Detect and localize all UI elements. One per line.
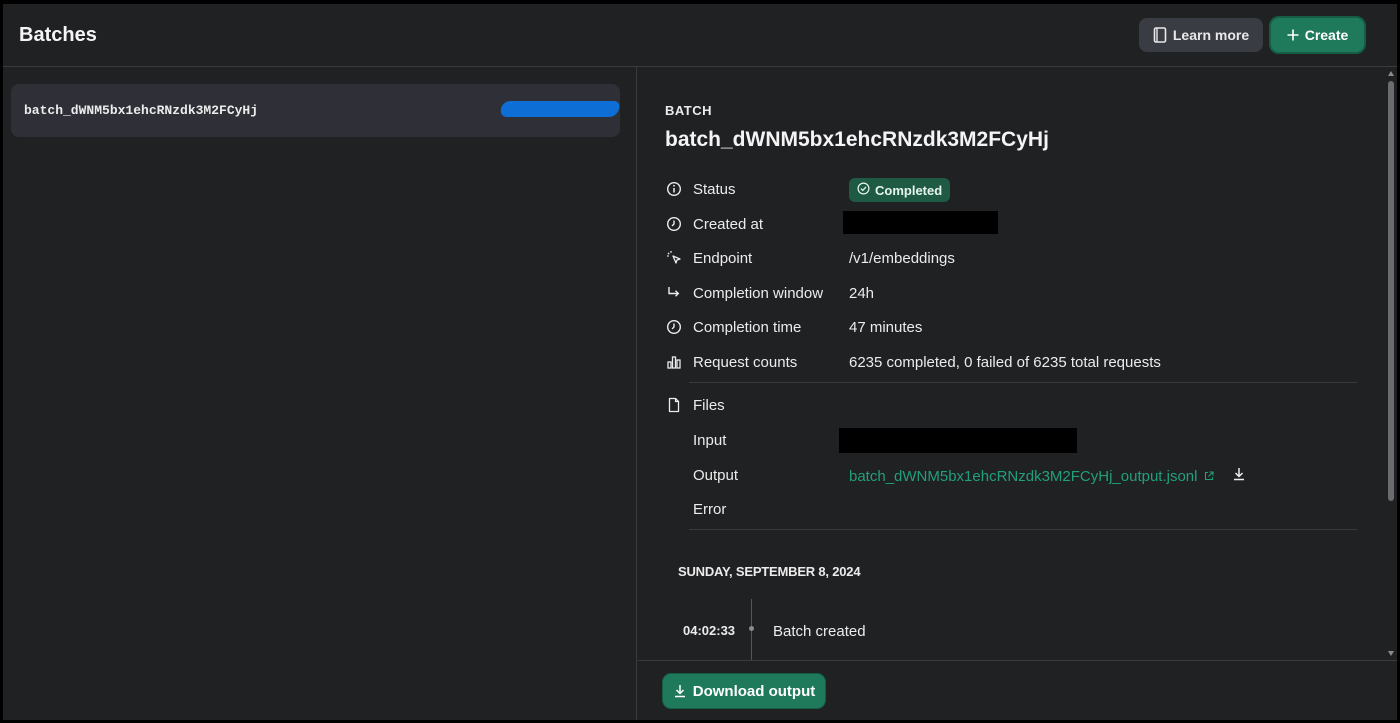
endpoint-label: Endpoint <box>693 250 753 267</box>
info-icon <box>666 181 682 197</box>
status-value: Completed <box>875 182 943 198</box>
download-output-button[interactable]: Download output <box>663 674 825 708</box>
timeline-dot <box>749 626 754 631</box>
timeline-time: 04:02:33 <box>683 623 736 638</box>
clock-icon <box>666 319 682 335</box>
batch-list-pane: batch_dWNM5bx1ehcRNzdk3M2FCyHj <box>3 67 637 720</box>
batch-detail-panel: BATCH batch_dWNM5bx1ehcRNzdk3M2FCyHj Sta… <box>638 67 1397 660</box>
bar-chart-icon <box>666 354 682 370</box>
plus-icon <box>1287 29 1299 41</box>
completion-window-label: Completion window <box>693 285 824 302</box>
scroll-thumb[interactable] <box>1388 81 1394 501</box>
request-counts-label: Request counts <box>693 354 798 371</box>
pointer-icon <box>666 250 682 266</box>
completion-window-value: 24h <box>849 285 875 302</box>
external-link-icon[interactable] <box>1204 468 1214 485</box>
check-circle-icon <box>857 182 870 198</box>
scroll-up-arrow[interactable] <box>1388 71 1394 76</box>
created-at-label: Created at <box>693 216 764 233</box>
batch-title: batch_dWNM5bx1ehcRNzdk3M2FCyHj <box>665 128 1049 151</box>
output-file-name: batch_dWNM5bx1ehcRNzdk3M2FCyHj_output.js… <box>849 467 1198 485</box>
book-icon <box>1153 27 1167 43</box>
scroll-down-arrow[interactable] <box>1388 651 1394 656</box>
batch-list-item-id: batch_dWNM5bx1ehcRNzdk3M2FCyHj <box>24 103 259 118</box>
redaction-mark <box>499 101 621 117</box>
detail-footer: Download output <box>638 660 1397 720</box>
batches-app: Batches Learn more Create batch_dWNM5bx1… <box>3 4 1397 720</box>
file-icon <box>666 397 682 413</box>
section-label: BATCH <box>665 103 713 118</box>
completion-time-value: 47 minutes <box>849 319 923 336</box>
files-label: Files <box>693 397 725 414</box>
batch-list-item[interactable]: batch_dWNM5bx1ehcRNzdk3M2FCyHj <box>11 84 621 137</box>
detail-scrollbar[interactable] <box>1386 67 1397 660</box>
download-icon <box>673 684 687 698</box>
timeline-event: Batch created <box>773 623 866 640</box>
page-title: Batches <box>19 24 97 46</box>
error-label: Error <box>693 501 727 518</box>
create-label: Create <box>1304 27 1349 43</box>
download-output-label: Download output <box>692 682 816 700</box>
completion-time-label: Completion time <box>693 319 802 336</box>
output-label: Output <box>693 467 739 484</box>
top-bar: Batches Learn more Create <box>3 4 1397 67</box>
divider <box>689 382 1357 383</box>
redacted-created-at <box>843 211 998 234</box>
clock-icon <box>666 216 682 232</box>
arrow-turn-icon <box>666 285 682 301</box>
learn-more-button[interactable]: Learn more <box>1139 18 1263 52</box>
status-badge: Completed <box>849 178 951 202</box>
status-label: Status <box>693 181 736 198</box>
input-label: Input <box>693 432 727 449</box>
download-icon[interactable] <box>1232 467 1246 485</box>
output-file-link[interactable]: batch_dWNM5bx1ehcRNzdk3M2FCyHj_output.js… <box>849 467 1246 485</box>
redacted-input-file <box>839 428 1077 453</box>
learn-more-label: Learn more <box>1172 27 1250 43</box>
endpoint-value: /v1/embeddings <box>849 250 955 267</box>
divider <box>689 529 1357 530</box>
timeline-date: SUNDAY, SEPTEMBER 8, 2024 <box>678 564 861 579</box>
request-counts-value: 6235 completed, 0 failed of 6235 total r… <box>849 354 1161 371</box>
create-button[interactable]: Create <box>1271 18 1364 52</box>
